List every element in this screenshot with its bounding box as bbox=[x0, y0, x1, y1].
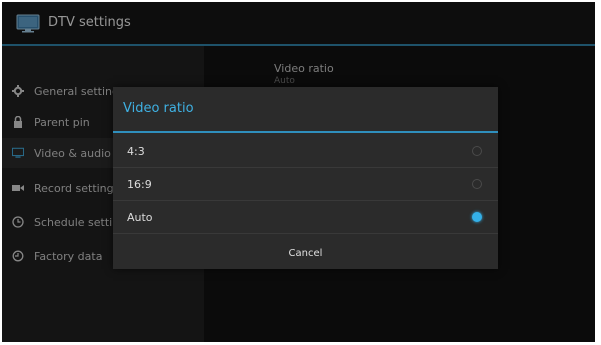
option-16-9[interactable]: 16:9 bbox=[113, 168, 498, 201]
cancel-button[interactable]: Cancel bbox=[113, 237, 498, 269]
option-auto[interactable]: Auto bbox=[113, 201, 498, 234]
option-label: 4:3 bbox=[127, 144, 145, 158]
option-label: Auto bbox=[127, 210, 153, 224]
app-screen: DTV settings General settings Parent pin… bbox=[2, 2, 595, 342]
video-ratio-dialog: Video ratio 4:3 16:9 Auto Cancel bbox=[113, 87, 498, 269]
radio-button[interactable] bbox=[472, 146, 482, 156]
option-4-3[interactable]: 4:3 bbox=[113, 135, 498, 168]
dialog-title: Video ratio bbox=[123, 101, 194, 116]
option-label: 16:9 bbox=[127, 177, 152, 191]
radio-button[interactable] bbox=[472, 179, 482, 189]
dialog-divider bbox=[113, 131, 498, 133]
radio-button-selected[interactable] bbox=[472, 212, 482, 222]
